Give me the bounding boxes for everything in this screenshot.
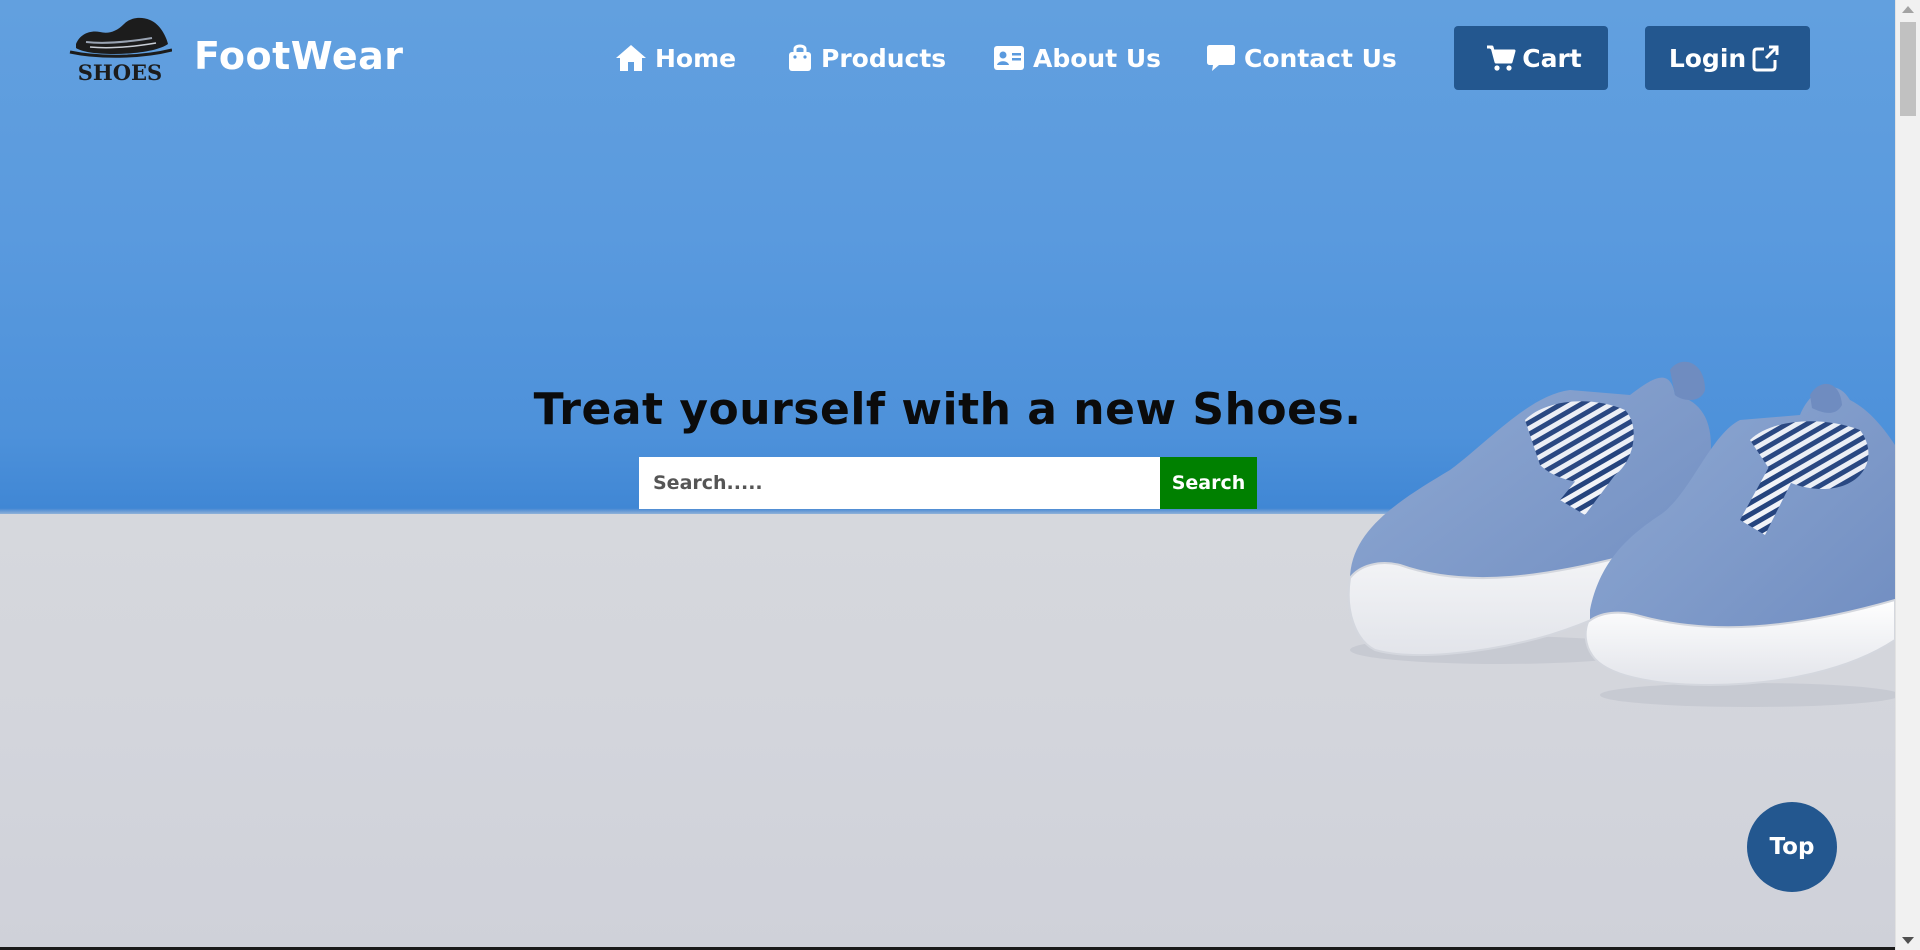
nav-about-us[interactable]: About Us: [993, 40, 1161, 76]
search-input[interactable]: [639, 457, 1160, 509]
nav-products-label: Products: [821, 43, 947, 73]
shoes-logo[interactable]: SHOES: [68, 14, 173, 88]
shopping-bag-icon: [789, 44, 811, 71]
chat-bubble-icon: [1207, 45, 1235, 71]
nav-contact-us[interactable]: Contact Us: [1206, 40, 1397, 76]
brand-name[interactable]: FootWear: [194, 34, 404, 78]
login-button-label: Login: [1668, 43, 1747, 73]
page: SHOES FootWear Home Products About Us Co…: [0, 0, 1895, 950]
svg-text:SHOES: SHOES: [78, 60, 162, 85]
scroll-to-top-label: Top: [1769, 834, 1815, 860]
cart-icon: [1487, 45, 1516, 71]
scrollbar-thumb[interactable]: [1900, 22, 1916, 116]
id-card-icon: [994, 46, 1024, 70]
shoe-logo-icon: SHOES: [69, 17, 173, 85]
vertical-scrollbar[interactable]: [1895, 0, 1920, 950]
scroll-to-top-button[interactable]: Top: [1747, 802, 1837, 892]
nav-home[interactable]: Home: [615, 40, 736, 76]
nav-products[interactable]: Products: [787, 40, 946, 76]
search-button[interactable]: Search: [1160, 457, 1257, 509]
external-link-icon: [1752, 45, 1779, 72]
scroll-up-arrow-icon[interactable]: [1902, 6, 1914, 13]
nav-contact-us-label: Contact Us: [1244, 43, 1397, 73]
nav-about-us-label: About Us: [1033, 43, 1162, 73]
top-navbar: SHOES FootWear Home Products About Us Co…: [0, 0, 1895, 118]
home-icon: [616, 45, 646, 71]
cart-button[interactable]: Cart: [1454, 26, 1608, 90]
nav-home-label: Home: [655, 43, 737, 73]
hero-title: Treat yourself with a new Shoes.: [533, 384, 1362, 435]
cart-button-label: Cart: [1522, 43, 1582, 73]
login-button[interactable]: Login: [1645, 26, 1810, 90]
scroll-down-arrow-icon[interactable]: [1902, 937, 1914, 944]
search-form: Search: [639, 457, 1257, 509]
